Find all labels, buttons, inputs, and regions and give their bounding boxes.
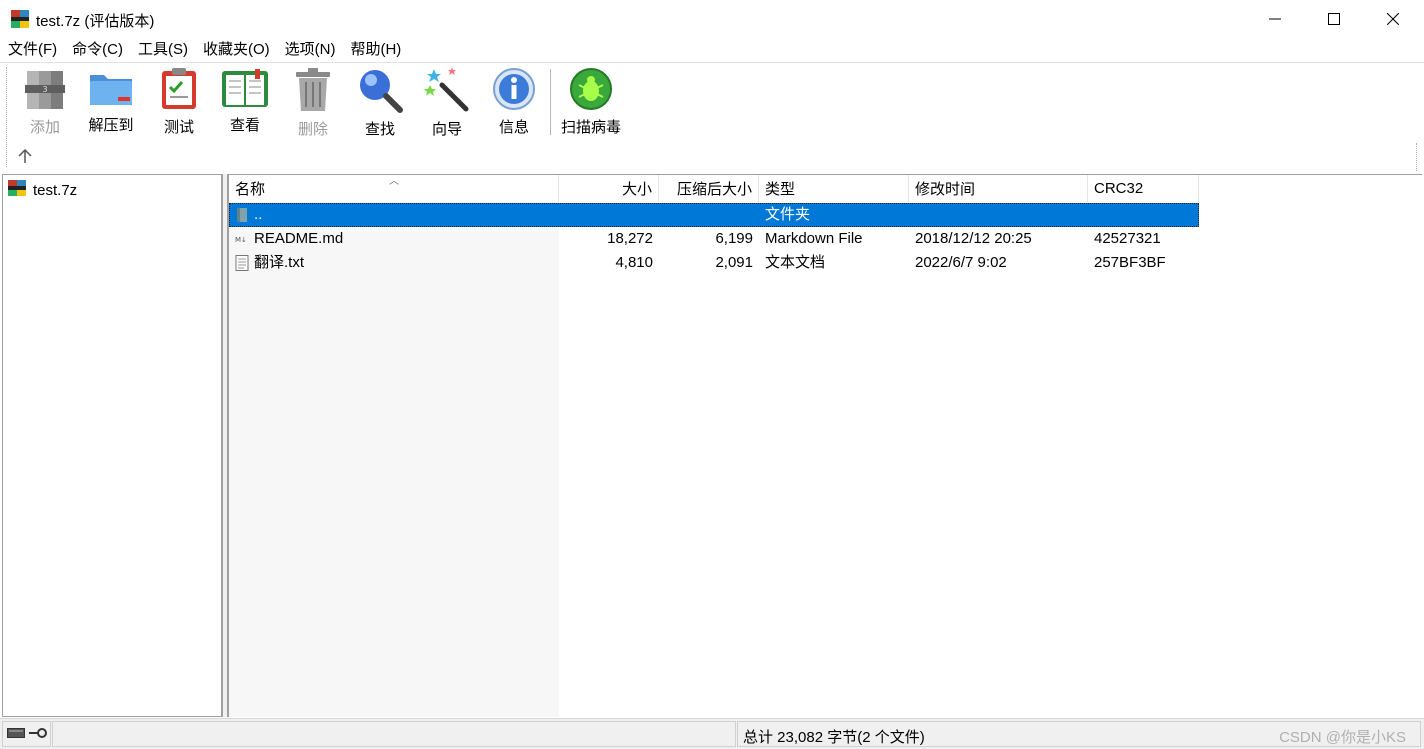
menu-commands[interactable]: 命令(C) [64,38,130,62]
toolbar-separator [550,69,551,135]
file-type: 文件夹 [765,206,811,223]
winrar-app-icon[interactable] [10,9,30,29]
file-type: Markdown File [765,230,863,247]
info-icon [490,67,538,111]
menu-options[interactable]: 选项(N) [277,38,343,62]
file-packed-size: 6,199 [715,230,753,247]
status-selection-panel [52,721,736,747]
file-modified: 2018/12/12 20:25 [915,230,1032,247]
magic-wand-icon [423,67,471,113]
folder-tree[interactable]: test.7z [2,174,223,717]
column-packed-label: 压缩后大小 [676,181,752,198]
file-type: 文本文档 [765,254,826,271]
markdown-file-icon: M↓ [235,231,249,247]
file-crc: 42527321 [1094,230,1161,247]
file-size [559,203,653,227]
column-header-modified[interactable]: 修改时间 [909,175,1088,202]
status-summary: 总计 23,082 字节(2 个文件) [743,729,925,746]
menu-help[interactable]: 帮助(H) [342,38,408,62]
column-header-name[interactable]: 名称 ︿ [229,175,559,202]
column-crc-label: CRC32 [1094,180,1144,197]
file-list[interactable]: 名称 ︿ 大小 压缩后大小 类型 修改时间 CRC32 .. 文件夹 M↓ RE… [227,174,1422,717]
folder-up-icon [235,207,249,223]
file-name: README.md [254,230,344,247]
extract-to-label: 解压到 [88,117,134,134]
column-header-packed[interactable]: 压缩后大小 [659,175,759,202]
window-title: test.7z (评估版本) [36,13,155,30]
wizard-button[interactable]: 向导 [414,67,480,138]
table-row[interactable]: 翻译.txt 4,810 2,091 文本文档 2022/6/7 9:02 25… [229,251,1199,275]
column-name-label: 名称 [235,181,266,198]
sort-ascending-icon: ︿ [389,176,399,187]
menu-file[interactable]: 文件(F) [0,38,64,62]
column-header-crc[interactable]: CRC32 [1088,175,1199,202]
file-name: 翻译.txt [254,254,305,271]
status-icons [2,721,51,747]
trash-can-icon [289,67,337,113]
column-size-label: 大小 [621,181,652,198]
add-label: 添加 [29,119,60,136]
toolbar-grip-right [1416,143,1418,171]
table-row[interactable]: M↓ README.md 18,272 6,199 Markdown File … [229,227,1199,251]
virus-scan-label: 扫描病毒 [560,119,621,136]
title-bar: test.7z (评估版本) [0,0,1424,38]
column-header-type[interactable]: 类型 [759,175,909,202]
menu-favorites[interactable]: 收藏夹(O) [195,38,277,62]
svg-text:M↓: M↓ [235,236,247,244]
virus-scan-button[interactable]: 扫描病毒 [558,67,624,136]
clipboard-check-icon [155,67,203,111]
open-book-icon [221,67,269,109]
file-crc: 257BF3BF [1094,254,1166,271]
folder-icon [87,67,135,109]
key-icon[interactable] [29,726,47,743]
column-header-size[interactable]: 大小 [559,175,659,202]
text-file-icon [235,255,249,271]
toolbar: 3 添加 解压到 测试 查看 删除 查找 向导 信息 扫描病毒 [0,62,1424,172]
view-label: 查看 [229,117,260,134]
drive-icon[interactable] [7,726,25,743]
file-packed-size [659,203,753,227]
toolbar-grip[interactable] [6,67,8,167]
info-label: 信息 [498,119,529,136]
archive-books-icon: 3 [21,67,69,111]
test-label: 测试 [163,119,194,136]
minimize-button[interactable] [1246,0,1304,38]
file-modified: 2022/6/7 9:02 [915,254,1007,271]
test-button[interactable]: 测试 [146,67,212,136]
name-column-shade [229,202,559,717]
file-packed-size: 2,091 [715,254,753,271]
up-arrow-icon[interactable] [16,147,34,165]
maximize-button[interactable] [1305,0,1363,38]
find-button[interactable]: 查找 [347,67,413,138]
tree-item-archive[interactable]: test.7z [7,179,77,201]
info-button[interactable]: 信息 [481,67,547,136]
column-modified-label: 修改时间 [915,181,976,198]
archive-icon [7,179,27,201]
status-summary-panel: 总计 23,082 字节(2 个文件) CSDN @你是小KS [737,721,1421,747]
file-size: 4,810 [615,254,653,271]
menu-bar: 文件(F) 命令(C) 工具(S) 收藏夹(O) 选项(N) 帮助(H) [0,38,1424,62]
menu-tools[interactable]: 工具(S) [130,38,195,62]
table-row[interactable]: .. 文件夹 [229,203,1199,227]
add-button[interactable]: 3 添加 [12,67,78,136]
svg-text:3: 3 [42,85,47,94]
delete-label: 删除 [297,121,328,138]
status-bar: 总计 23,082 字节(2 个文件) CSDN @你是小KS [0,718,1424,749]
delete-button[interactable]: 删除 [280,67,346,138]
column-type-label: 类型 [765,181,796,198]
extract-to-button[interactable]: 解压到 [78,67,144,134]
file-name: .. [254,206,263,223]
view-button[interactable]: 查看 [212,67,278,134]
watermark: CSDN @你是小KS [1279,729,1406,746]
close-button[interactable] [1364,0,1422,38]
wizard-label: 向导 [431,121,462,138]
file-size: 18,272 [607,230,653,247]
tree-item-label: test.7z [33,181,78,199]
find-label: 查找 [364,121,395,138]
bug-icon [567,67,615,111]
magnifier-icon [356,67,404,113]
